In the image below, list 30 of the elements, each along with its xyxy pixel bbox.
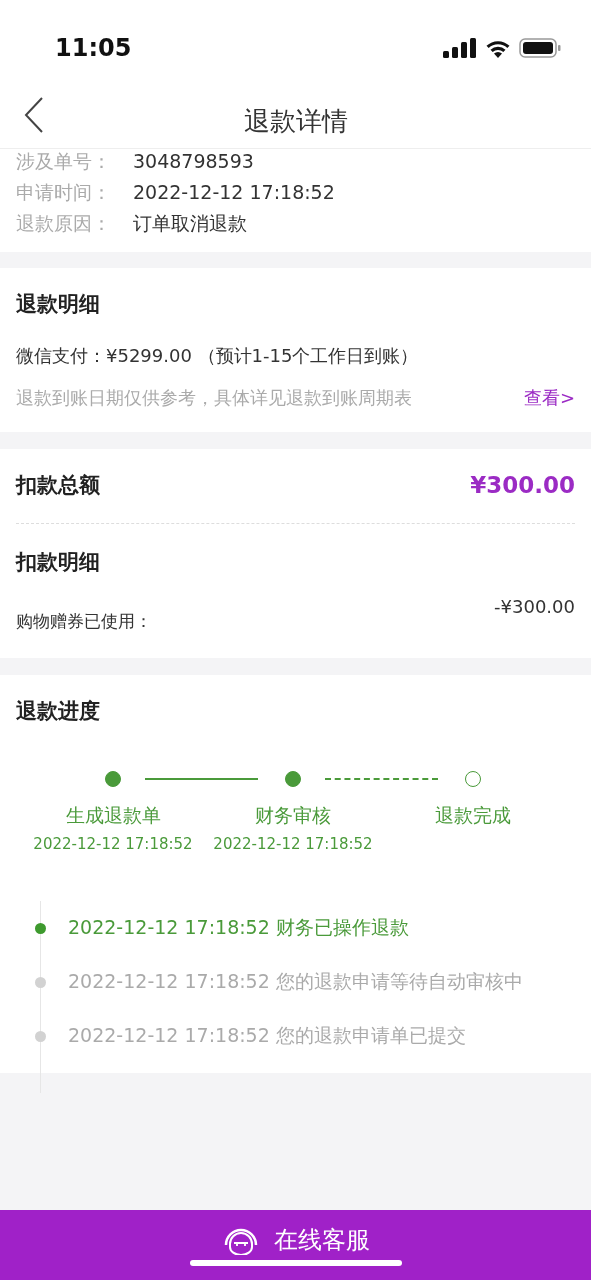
step-label: 退款完成 — [435, 803, 511, 828]
deduction-label: 购物赠券已使用： — [16, 610, 152, 633]
battery-icon — [519, 37, 561, 58]
section-title: 扣款明细 — [16, 549, 101, 576]
view-link[interactable]: 查看> — [523, 386, 575, 410]
log-entry: 2022-12-12 17:18:52 财务已操作退款 — [68, 915, 409, 940]
signal-icon — [443, 37, 477, 58]
info-label: 退款原因： — [16, 211, 112, 236]
info-label: 申请时间： — [16, 180, 112, 205]
customer-service-button[interactable]: 在线客服 — [0, 1210, 591, 1280]
section-title: 退款进度 — [16, 698, 101, 725]
section-title: 扣款总额 — [16, 472, 100, 499]
info-value: 2022-12-12 17:18:52 — [133, 180, 335, 205]
step-time: 2022-12-12 17:18:52 — [213, 835, 373, 853]
log-entry: 2022-12-12 17:18:52 您的退款申请单已提交 — [68, 1023, 466, 1048]
payment-text: 微信支付：¥5299.00 （预计1-15个工作日到账） — [16, 344, 420, 368]
note-text: 退款到账日期仅供参考，具体详见退款到账周期表 — [16, 386, 412, 410]
section-title: 退款明细 — [16, 291, 101, 318]
step-label: 财务审核 — [255, 803, 331, 828]
info-value: 3048798593 — [133, 149, 254, 174]
step-time: 2022-12-12 17:18:52 — [33, 835, 193, 853]
total-amount: ¥300.00 — [470, 472, 575, 498]
page-title: 退款详情 — [243, 105, 348, 138]
back-icon[interactable] — [24, 97, 44, 133]
status-time: 11:05 — [55, 33, 132, 62]
log-entry: 2022-12-12 17:18:52 您的退款申请等待自动审核中 — [68, 969, 523, 994]
info-label: 涉及单号： — [16, 149, 112, 174]
info-value: 订单取消退款 — [133, 211, 247, 236]
step-label: 生成退款单 — [65, 803, 161, 828]
deduction-amount: -¥300.00 — [494, 596, 575, 619]
